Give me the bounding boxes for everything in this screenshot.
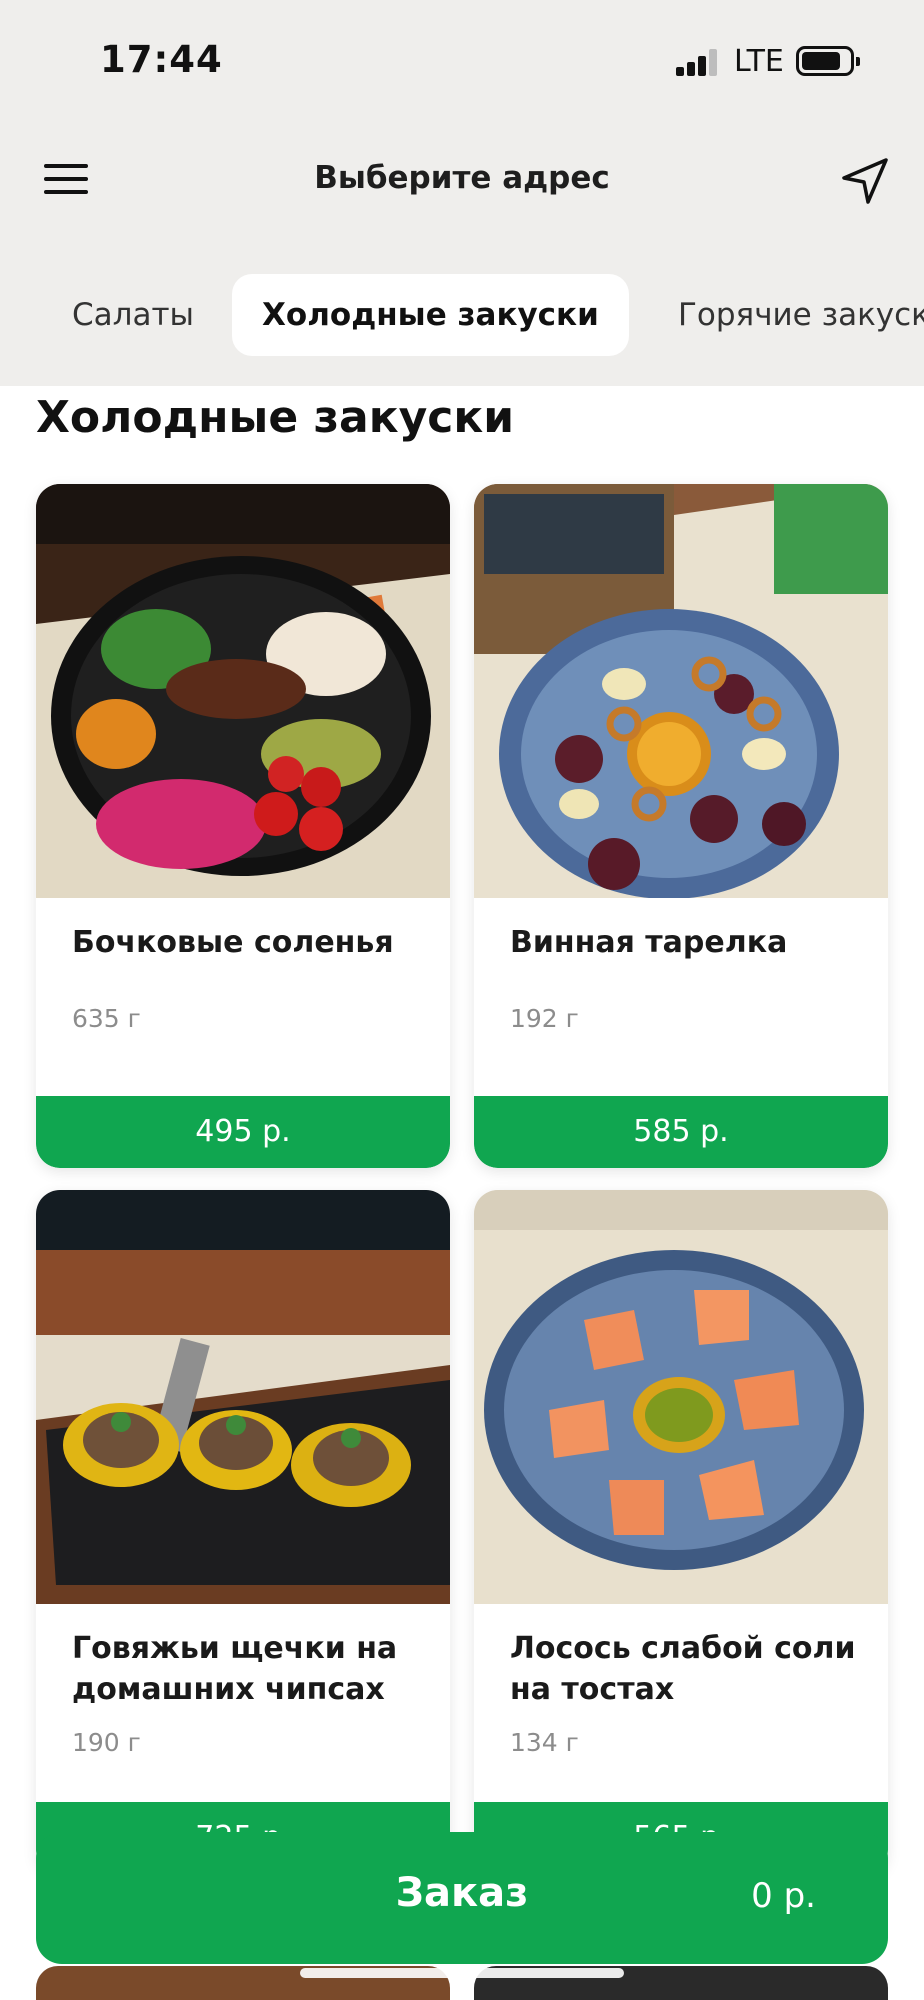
order-button[interactable]: Заказ 0 р. [36, 1832, 888, 1964]
status-time: 17:44 [100, 38, 223, 81]
product-weight: 635 г [72, 1004, 141, 1033]
product-name: Винная тарелка [510, 925, 788, 960]
product-weight: 192 г [510, 1004, 579, 1033]
product-price-button[interactable]: 585 р. [474, 1096, 888, 1168]
product-card[interactable]: Винная тарелка 192 г 585 р. [474, 484, 888, 1168]
order-total: 0 р. [751, 1876, 816, 1916]
top-area: 17:44 LTE Выберите адрес Салаты Холодные… [0, 0, 924, 386]
address-selector[interactable]: Выберите адрес [0, 160, 924, 196]
product-weight: 134 г [510, 1728, 579, 1757]
product-image [474, 484, 888, 898]
product-image [36, 1190, 450, 1604]
product-image [36, 484, 450, 898]
status-bar: 17:44 LTE [0, 0, 924, 120]
product-weight: 190 г [72, 1728, 141, 1757]
category-tabs: Салаты Холодные закуски Горячие закуски [0, 274, 924, 358]
tab-hot-appetizers[interactable]: Горячие закуски [648, 274, 924, 356]
network-type-label: LTE [734, 44, 784, 79]
product-card[interactable]: Говяжьи щечки на домашних чипсах 190 г 7… [36, 1190, 450, 1874]
signal-strength-icon [676, 48, 724, 76]
tab-salads[interactable]: Салаты [42, 274, 224, 356]
product-name: Говяжьи щечки на домашних чипсах [72, 1631, 398, 1707]
app-header: Выберите адрес [0, 130, 924, 230]
product-price-button[interactable]: 495 р. [36, 1096, 450, 1168]
product-name: Бочковые соленья [72, 925, 394, 960]
tab-cold-appetizers[interactable]: Холодные закуски [232, 274, 629, 356]
product-image [474, 1190, 888, 1604]
product-name: Лосось слабой соли на тостах [510, 1631, 856, 1707]
product-card[interactable]: Бочковые соленья 635 г 495 р. [36, 484, 450, 1168]
home-indicator[interactable] [300, 1968, 624, 1978]
product-card[interactable]: Лосось слабой соли на тостах 134 г 565 р… [474, 1190, 888, 1874]
navigation-arrow-icon[interactable] [838, 154, 892, 208]
section-title: Холодные закуски [36, 392, 515, 443]
battery-icon [796, 46, 860, 76]
